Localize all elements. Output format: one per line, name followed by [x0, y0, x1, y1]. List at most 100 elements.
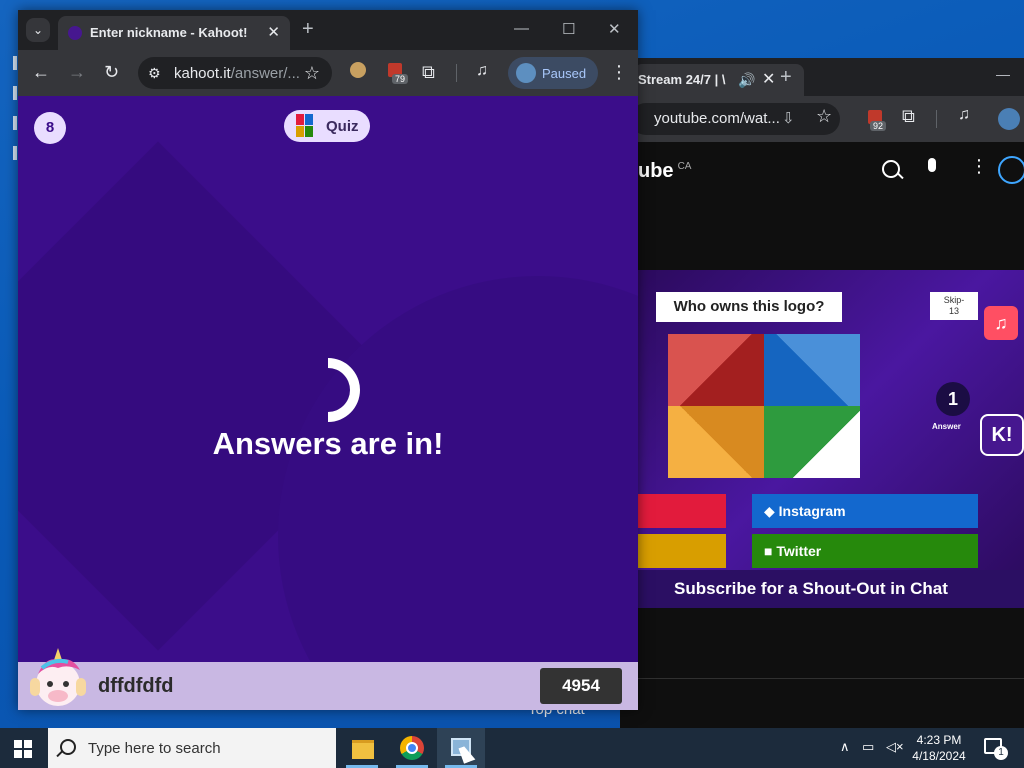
kahoot-address-bar[interactable]: ⚙ kahoot.it/answer/... ☆ — [138, 57, 332, 89]
site-info-icon[interactable]: ⚙ — [148, 65, 161, 82]
toolbar-divider — [936, 110, 937, 128]
bookmark-star-icon[interactable]: ☆ — [816, 106, 832, 127]
youtube-logo[interactable]: ube CA — [638, 160, 691, 183]
network-icon[interactable]: ▭ — [862, 739, 874, 755]
answer-count-label: Answer — [932, 422, 961, 431]
player-nickname: dffdfdfd — [98, 675, 174, 697]
kahoot-logo: K! — [980, 414, 1024, 456]
speaker-icon[interactable]: 🔊 — [738, 64, 755, 96]
install-icon[interactable]: ⇩ — [782, 103, 795, 135]
kahoot-tab[interactable]: Enter nickname - Kahoot! ✕ — [58, 16, 290, 50]
kahoot-window: ⌄ Enter nickname - Kahoot! ✕ + — ☐ ✕ ← →… — [18, 10, 638, 710]
forward-icon[interactable]: → — [68, 62, 86, 83]
media-control-icon[interactable]: ♫ — [476, 62, 488, 80]
answer-twitter-label: Twitter — [776, 543, 822, 559]
youtube-tab[interactable]: Stream 24/7 | \ 🔊 ✕ — [634, 64, 804, 96]
url-path: /answer/... — [230, 65, 300, 82]
desktop-icons-edge — [0, 40, 18, 280]
profile-paused-button[interactable]: Paused — [508, 57, 598, 89]
search-icon — [60, 739, 76, 755]
answer-instagram: ◆ Instagram — [752, 494, 978, 528]
video-skip-box: Skip- 13 — [930, 292, 978, 320]
minimize-button[interactable]: — — [996, 66, 1010, 82]
windows-taskbar: Type here to search ∧ ▭ ◁× 4:23 PM 4/18/… — [0, 728, 1024, 768]
answer-instagram-label: Instagram — [778, 503, 846, 519]
close-tab-icon[interactable]: ✕ — [267, 23, 280, 41]
youtube-address-bar[interactable]: youtube.com/wat... ⇩ — [630, 103, 840, 135]
unicorn-avatar — [30, 648, 86, 706]
search-icon[interactable] — [882, 160, 900, 178]
country-code: CA — [677, 161, 692, 173]
kahoot-toolbar: ← → ↻ ⚙ kahoot.it/answer/... ☆ 79 ⧉ ♫ Pa… — [18, 50, 638, 96]
media-control-icon[interactable]: ♫ — [958, 106, 970, 124]
video-player[interactable]: Who owns this logo? Skip- 13 1 Answer ♫ K… — [620, 270, 1024, 608]
quiz-type-label: Quiz — [326, 118, 359, 135]
clock-date: 4/18/2024 — [912, 749, 966, 763]
loading-spinner-icon — [328, 358, 360, 422]
microphone-icon[interactable] — [928, 158, 936, 172]
youtube-url-text: youtube.com/wat... — [654, 110, 780, 127]
back-icon[interactable]: ← — [32, 62, 50, 83]
start-button[interactable] — [14, 740, 32, 758]
sign-in-icon[interactable] — [998, 156, 1024, 184]
youtube-header: ube CA ⋮ — [620, 142, 1024, 200]
youtube-toolbar: youtube.com/wat... ⇩ ☆ 92 ⧉ ♫ — [620, 96, 1024, 142]
toolbar-divider — [456, 64, 457, 82]
profile-avatar — [516, 63, 536, 83]
more-options-icon[interactable]: ⋮ — [970, 156, 988, 177]
question-counter: 8 — [34, 112, 66, 144]
maximize-button[interactable]: ☐ — [562, 20, 575, 38]
profile-status: Paused — [542, 66, 587, 81]
tab-search-button[interactable]: ⌄ — [26, 18, 50, 42]
youtube-window: Stream 24/7 | \ 🔊 ✕ + — youtube.com/wat.… — [528, 58, 1024, 729]
status-message: Answers are in! — [212, 426, 444, 461]
notification-count: 1 — [994, 746, 1008, 760]
kahoot-url: kahoot.it/answer/... — [174, 65, 300, 82]
bookmark-star-icon[interactable]: ☆ — [304, 63, 320, 84]
cookie-extension-icon[interactable] — [350, 62, 366, 78]
youtube-titlebar: Stream 24/7 | \ 🔊 ✕ + — — [620, 58, 1024, 96]
kahoot-tab-title: Enter nickname - Kahoot! — [90, 25, 248, 40]
answer-twitter: ■ Twitter — [752, 534, 978, 568]
skip-count: 13 — [948, 306, 959, 316]
player-bar: dffdfdfd 4954 — [18, 648, 638, 710]
top-chat-bar[interactable]: Top chat — [528, 678, 1024, 729]
reload-icon[interactable]: ↻ — [104, 62, 119, 83]
profile-avatar[interactable] — [998, 108, 1020, 130]
close-tab-icon[interactable]: ✕ — [762, 64, 775, 96]
extensions-puzzle-icon[interactable]: ⧉ — [422, 62, 435, 83]
new-tab-button[interactable]: + — [780, 66, 792, 89]
close-window-button[interactable]: ✕ — [608, 20, 621, 38]
extension-badge: 79 — [392, 74, 409, 84]
file-explorer-app[interactable] — [338, 728, 386, 768]
chrome-app[interactable] — [388, 728, 436, 768]
kahoot-titlebar: ⌄ Enter nickname - Kahoot! ✕ + — ☐ ✕ — [18, 10, 638, 50]
folder-icon — [352, 740, 374, 759]
chrome-icon — [400, 736, 424, 760]
show-hidden-icons-chevron[interactable]: ∧ — [840, 739, 850, 755]
quiz-type-pill: Quiz — [284, 110, 370, 142]
answer-count: 1 — [936, 382, 970, 416]
volume-muted-icon[interactable]: ◁× — [886, 739, 904, 755]
subscribe-banner: Subscribe for a Shout-Out in Chat — [638, 570, 1024, 608]
quiz-icon — [296, 114, 314, 138]
minimize-button[interactable]: — — [514, 20, 529, 37]
youtube-tab-title: Stream 24/7 | \ — [638, 72, 726, 87]
extensions-puzzle-icon[interactable]: ⧉ — [902, 106, 915, 127]
browser-menu-icon[interactable]: ⋮ — [610, 62, 628, 83]
google-logo-image — [668, 334, 860, 478]
clock-time: 4:23 PM — [916, 733, 962, 747]
kahoot-page: 8 Quiz Answers are in! dffdfdfd 4954 — [18, 96, 638, 710]
video-question: Who owns this logo? — [656, 292, 842, 322]
extension-badge: 92 — [870, 121, 887, 131]
new-tab-button[interactable]: + — [302, 18, 314, 41]
taskbar-search-box[interactable]: Type here to search — [48, 728, 336, 768]
search-placeholder: Type here to search — [88, 740, 221, 757]
player-score: 4954 — [540, 668, 622, 704]
youtube-logo-text: ube — [638, 160, 674, 182]
kahoot-favicon — [68, 26, 82, 40]
music-app-icon: ♫ — [984, 306, 1018, 340]
skip-label: Skip- — [943, 295, 965, 305]
url-domain: kahoot.it — [174, 65, 231, 82]
system-clock[interactable]: 4:23 PM 4/18/2024 — [908, 732, 970, 764]
